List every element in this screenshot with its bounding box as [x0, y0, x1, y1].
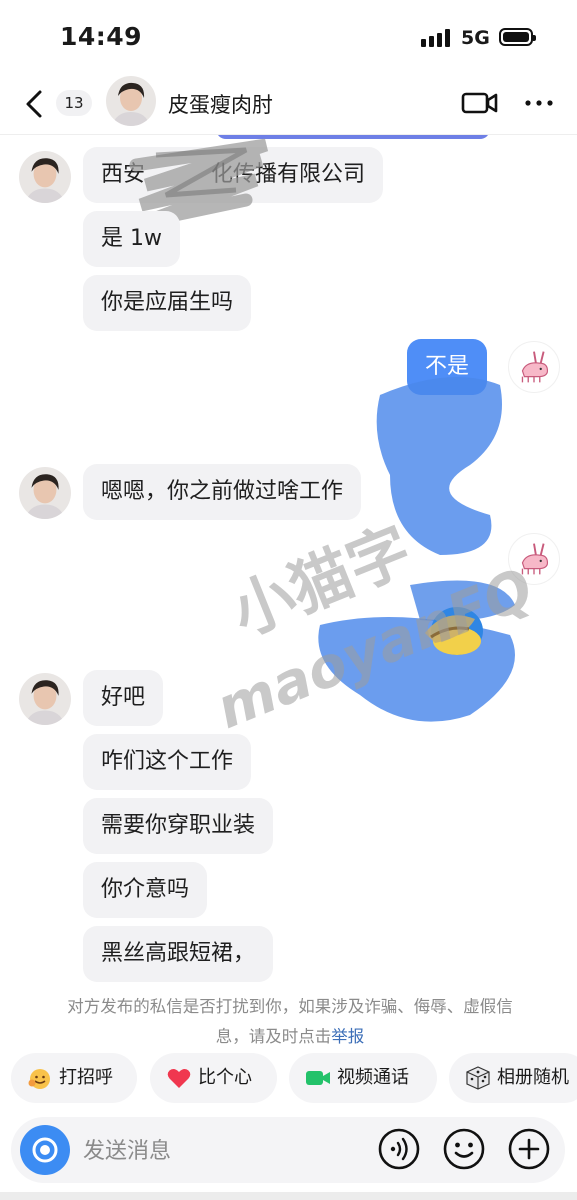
video-call-icon[interactable] — [461, 88, 499, 118]
emoji-icon[interactable] — [442, 1127, 486, 1171]
report-link[interactable]: 举报 — [331, 1027, 364, 1044]
camera-button[interactable] — [20, 1125, 70, 1175]
message-bubble[interactable]: 好吧 — [83, 670, 164, 726]
chat-header: 13 皮蛋瘦肉肘 — [0, 76, 577, 135]
notice-text: 对方发布的私信是否打扰到你，如果涉及诈骗、侮辱、虚假信息，请及时点击 — [67, 997, 513, 1044]
message-bubble[interactable]: 你是应届生吗 — [83, 275, 252, 331]
my-avatar[interactable] — [508, 533, 560, 585]
sticker-emoji[interactable] — [405, 597, 485, 661]
heart-icon — [167, 1069, 191, 1088]
dice-icon — [466, 1066, 490, 1090]
quick-action-greet[interactable]: 打招呼 — [11, 1053, 137, 1103]
status-time: 14:49 — [60, 22, 143, 51]
message-bubble[interactable]: 是 1w — [83, 211, 180, 267]
contact-name[interactable]: 皮蛋瘦肉肘 — [168, 89, 273, 119]
home-indicator — [0, 1192, 577, 1200]
chip-label: 视频通话 — [337, 1067, 409, 1088]
chip-label: 相册随机 — [497, 1067, 569, 1088]
camera-icon — [32, 1137, 58, 1163]
signal-icon — [421, 29, 450, 47]
message-input[interactable] — [81, 1127, 365, 1175]
back-arrow-icon[interactable] — [18, 86, 54, 122]
status-bar: 14:49 5G — [0, 0, 577, 76]
video-call-icon — [306, 1071, 330, 1085]
smile-wave-icon — [28, 1069, 50, 1089]
anti-fraud-notice: 对方发布的私信是否打扰到你，如果涉及诈骗、侮辱、虚假信息，请及时点击举报 — [60, 992, 520, 1044]
quick-action-album-random[interactable]: 相册随机 — [449, 1053, 577, 1103]
message-bubble[interactable]: 黑丝高跟短裙， — [83, 926, 274, 982]
message-list[interactable]: 西安 化传播有限公司 是 1w 你是应届生吗 不是 嗯嗯，你之前做过啥工作 好吧… — [0, 135, 577, 1045]
quick-actions-bar: 打招呼 比个心 视频通话 相册随机 — [0, 1053, 577, 1107]
contact-avatar[interactable] — [19, 673, 71, 725]
network-label: 5G — [461, 27, 490, 49]
contact-avatar[interactable] — [106, 76, 156, 126]
message-bubble[interactable]: 咋们这个工作 — [83, 734, 252, 790]
quick-action-heart[interactable]: 比个心 — [150, 1053, 277, 1103]
message-bubble[interactable]: 你介意吗 — [83, 862, 208, 918]
message-bubble[interactable]: 需要你穿职业装 — [83, 798, 274, 854]
plus-icon[interactable] — [507, 1127, 551, 1171]
contact-avatar[interactable] — [19, 151, 71, 203]
battery-icon — [499, 28, 536, 46]
quick-action-video-call[interactable]: 视频通话 — [289, 1053, 437, 1103]
chip-label: 比个心 — [198, 1067, 252, 1088]
chip-label: 打招呼 — [59, 1067, 113, 1088]
contact-avatar[interactable] — [19, 467, 71, 519]
voice-icon[interactable] — [377, 1127, 421, 1171]
message-composer — [11, 1117, 565, 1183]
more-options-icon[interactable] — [521, 88, 557, 118]
unread-count-badge[interactable]: 13 — [56, 90, 92, 116]
